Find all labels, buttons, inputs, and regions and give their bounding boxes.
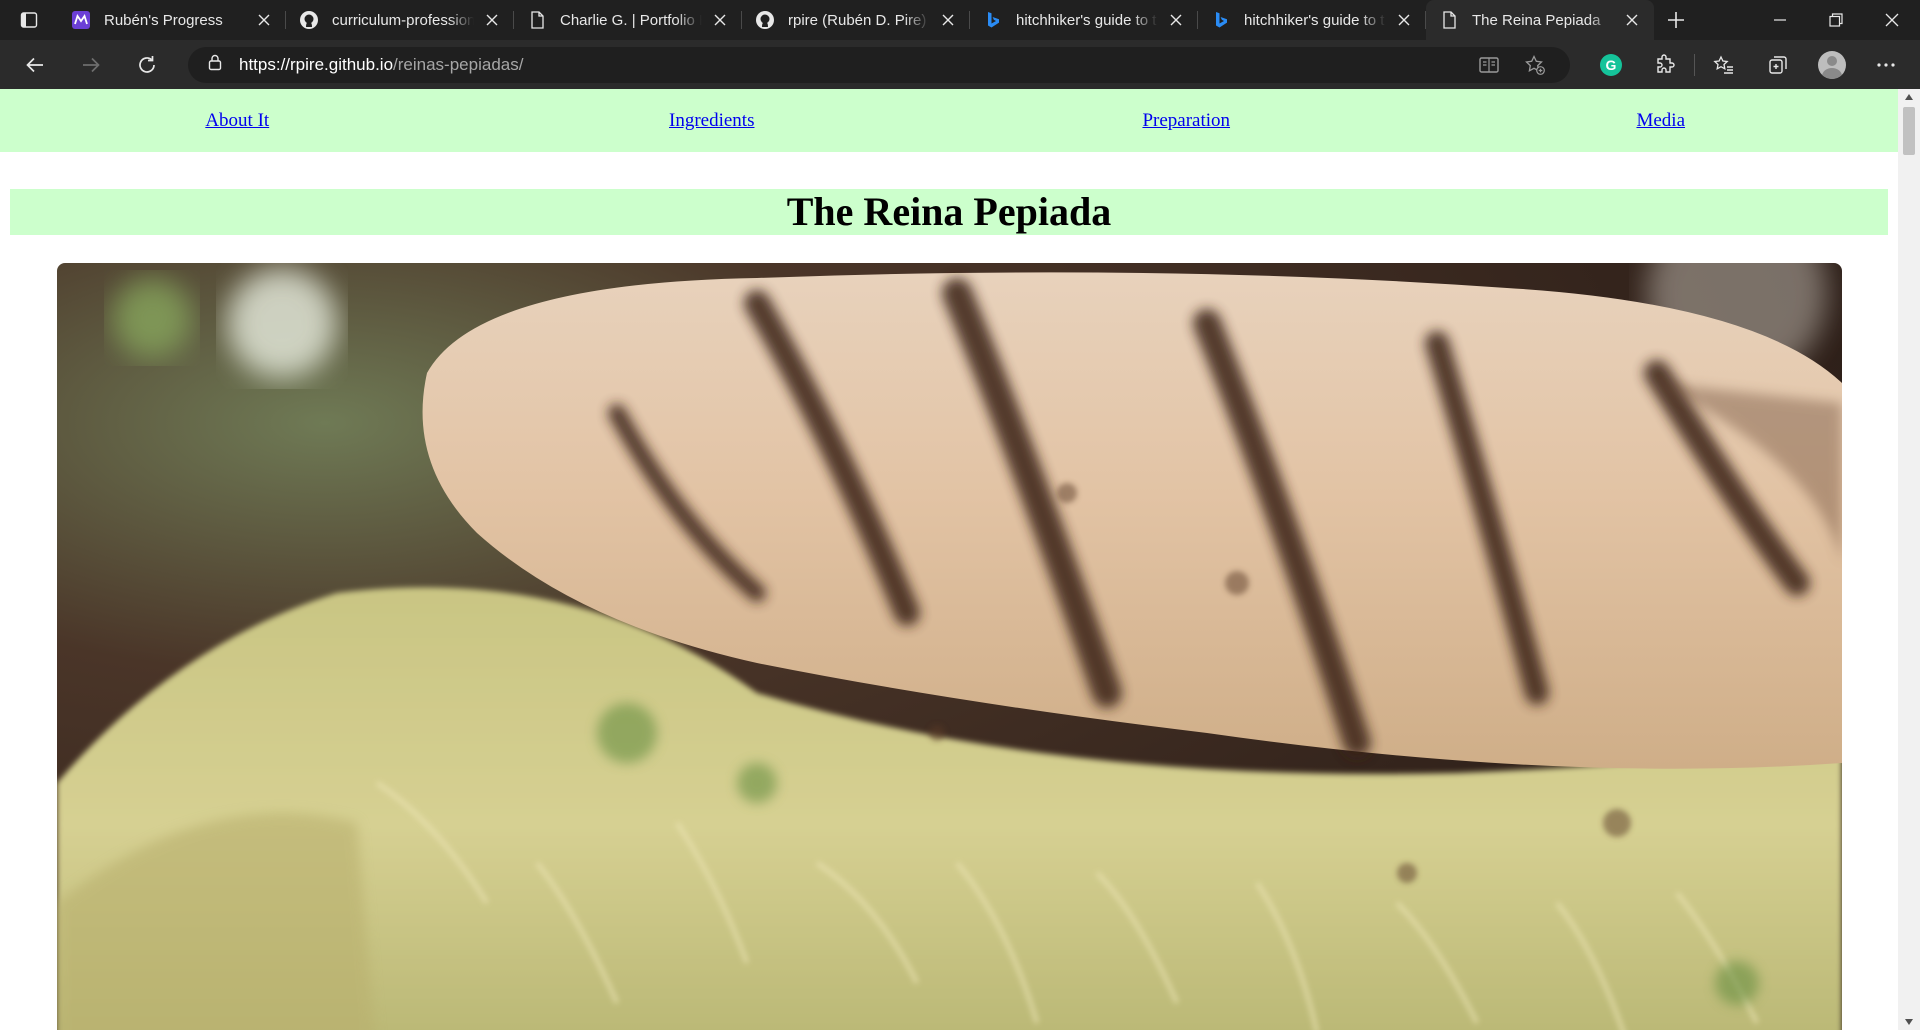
tab-title: hitchhiker's guide to the bbox=[1244, 11, 1386, 29]
tab-3[interactable]: Charlie G. | Portfolio Hub bbox=[514, 0, 742, 40]
close-icon[interactable] bbox=[936, 8, 960, 32]
tab-7-active[interactable]: The Reina Pepiada bbox=[1426, 0, 1654, 40]
tab-5[interactable]: hitchhiker's guide to the bbox=[970, 0, 1198, 40]
bing-icon bbox=[982, 9, 1004, 31]
new-tab-button[interactable] bbox=[1654, 0, 1698, 40]
close-window-button[interactable] bbox=[1864, 0, 1920, 40]
tab-actions-icon[interactable] bbox=[0, 0, 58, 40]
tab-title: hitchhiker's guide to the bbox=[1016, 11, 1158, 29]
page-icon bbox=[1438, 9, 1460, 31]
collections-icon bbox=[1769, 55, 1787, 74]
page-title: The Reina Pepiada bbox=[10, 189, 1888, 235]
scroll-down-arrow-icon[interactable] bbox=[1898, 1014, 1920, 1030]
favorites-icon bbox=[1713, 54, 1733, 74]
minimize-icon bbox=[1774, 19, 1786, 21]
browser-toolbar: https://rpire.github.io/reinas-pepiadas/… bbox=[0, 40, 1920, 89]
tab-title: rpire (Rubén D. Pire) bbox=[788, 11, 927, 29]
nav-link-media[interactable]: Media bbox=[1424, 110, 1899, 132]
reader-mode-icon[interactable] bbox=[1466, 50, 1512, 80]
close-icon[interactable] bbox=[708, 8, 732, 32]
restore-icon bbox=[1829, 13, 1843, 27]
tab-strip: Rubén's Progress curriculum-professional… bbox=[0, 0, 1920, 40]
github-icon bbox=[754, 9, 776, 31]
tab-2[interactable]: curriculum-professional bbox=[286, 0, 514, 40]
reina-pepiada-arepa-photo bbox=[57, 263, 1842, 1030]
page-viewport: About It Ingredients Preparation Media T… bbox=[0, 89, 1898, 1030]
tab-title: Charlie G. | Portfolio Hub bbox=[560, 11, 702, 29]
tab-title: Rubén's Progress bbox=[104, 11, 223, 29]
add-favorite-icon[interactable] bbox=[1512, 50, 1558, 80]
nav-link-about[interactable]: About It bbox=[0, 110, 475, 132]
avatar bbox=[1818, 50, 1846, 79]
back-button[interactable] bbox=[13, 47, 57, 83]
nav-link-ingredients[interactable]: Ingredients bbox=[475, 110, 950, 132]
tab-1[interactable]: Rubén's Progress bbox=[58, 0, 286, 40]
scroll-thumb[interactable] bbox=[1903, 107, 1915, 155]
profile-button[interactable] bbox=[1805, 47, 1859, 83]
forward-button[interactable] bbox=[69, 47, 113, 83]
settings-menu-button[interactable] bbox=[1859, 47, 1913, 83]
grammarly-icon: G bbox=[1600, 53, 1622, 76]
bing-icon bbox=[1210, 9, 1232, 31]
more-icon bbox=[1877, 62, 1895, 67]
tab-6[interactable]: hitchhiker's guide to the bbox=[1198, 0, 1426, 40]
site-nav: About It Ingredients Preparation Media bbox=[0, 89, 1898, 152]
hero-image bbox=[57, 263, 1842, 1030]
tab-4[interactable]: rpire (Rubén D. Pire) bbox=[742, 0, 970, 40]
close-icon[interactable] bbox=[1164, 8, 1188, 32]
tab-title: The Reina Pepiada bbox=[1472, 11, 1601, 29]
refresh-icon bbox=[139, 55, 155, 73]
close-icon bbox=[1885, 13, 1899, 27]
minimize-button[interactable] bbox=[1752, 0, 1808, 40]
grammarly-extension-button[interactable]: G bbox=[1584, 47, 1638, 83]
github-icon bbox=[298, 9, 320, 31]
close-icon[interactable] bbox=[480, 8, 504, 32]
url-path: /reinas-pepiadas/ bbox=[393, 54, 524, 74]
purple-m-icon bbox=[70, 9, 92, 31]
toolbar-divider bbox=[1694, 53, 1695, 76]
plus-icon bbox=[1668, 12, 1684, 28]
url-text[interactable]: https://rpire.github.io/reinas-pepiadas/ bbox=[239, 55, 523, 75]
favorites-button[interactable] bbox=[1697, 47, 1751, 83]
back-arrow-icon bbox=[26, 57, 43, 72]
refresh-button[interactable] bbox=[125, 47, 169, 83]
restore-button[interactable] bbox=[1808, 0, 1864, 40]
window-controls bbox=[1752, 0, 1920, 40]
collections-button[interactable] bbox=[1751, 47, 1805, 83]
close-icon[interactable] bbox=[1392, 8, 1416, 32]
page-icon bbox=[526, 9, 548, 31]
scroll-up-arrow-icon[interactable] bbox=[1898, 89, 1920, 105]
page-scrollbar[interactable] bbox=[1898, 89, 1920, 1030]
nav-link-preparation[interactable]: Preparation bbox=[949, 110, 1424, 132]
close-icon[interactable] bbox=[252, 8, 276, 32]
tab-title: curriculum-professional bbox=[332, 11, 474, 29]
extensions-button[interactable] bbox=[1638, 47, 1692, 83]
url-host: https://rpire.github.io bbox=[239, 54, 394, 74]
forward-arrow-icon bbox=[83, 57, 100, 72]
address-bar[interactable]: https://rpire.github.io/reinas-pepiadas/ bbox=[188, 46, 1570, 83]
lock-icon[interactable] bbox=[206, 53, 224, 76]
puzzle-icon bbox=[1657, 53, 1675, 73]
close-icon[interactable] bbox=[1620, 8, 1644, 32]
